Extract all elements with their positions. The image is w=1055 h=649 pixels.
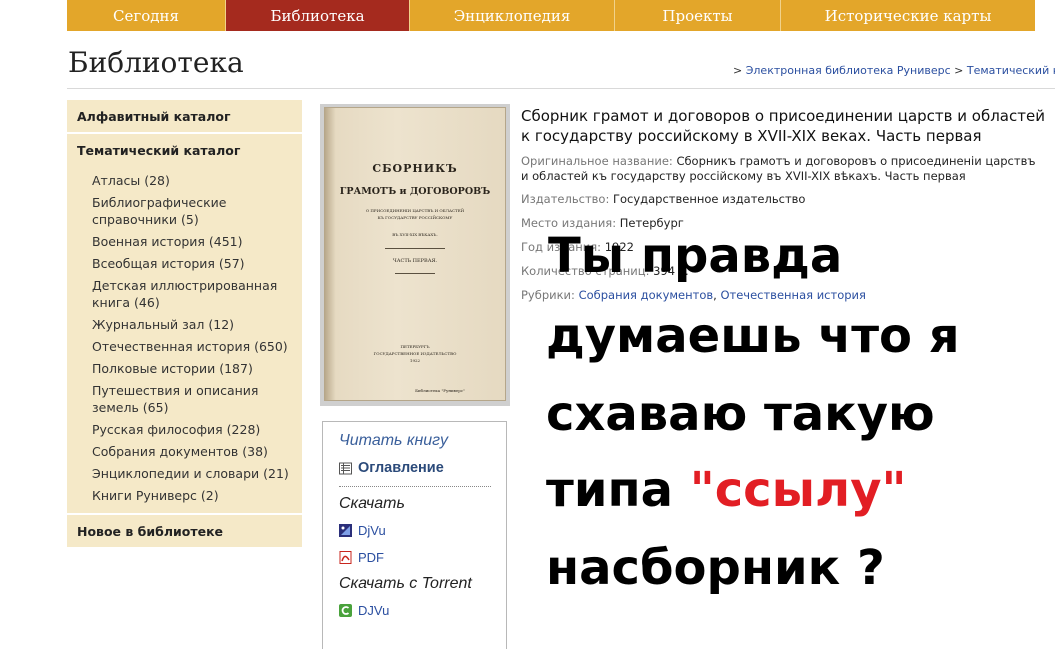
sidebar-item-travels[interactable]: Путешествия и описания земель (65): [67, 380, 302, 419]
sidebar-item-journal-hall[interactable]: Журнальный зал (12): [67, 314, 302, 336]
contents-label: Оглавление: [358, 460, 444, 476]
sidebar-item-military-history[interactable]: Военная история (451): [67, 231, 302, 253]
tab-historical-maps[interactable]: Исторические карты: [781, 0, 1035, 31]
top-navigation: Сегодня Библиотека Энциклопедия Проекты …: [67, 0, 1035, 31]
sidebar-item-atlases[interactable]: Атласы (28): [67, 170, 302, 192]
panel-divider: [339, 486, 491, 487]
download-pdf-link[interactable]: PDF: [339, 550, 506, 565]
meta-rubrics: Рубрики: Собрания документов, Отечествен…: [521, 288, 866, 303]
meta-label: Оригинальное название:: [521, 154, 673, 168]
read-book-link[interactable]: Читать книгу: [339, 432, 506, 450]
overlay-text-line-1: Ты правда: [548, 228, 843, 284]
header-divider: [67, 88, 1055, 89]
breadcrumb: > Электронная библиотека Руниверс > Тема…: [733, 64, 1055, 77]
tab-library[interactable]: Библиотека: [226, 0, 410, 31]
sidebar-item-russian-philosophy[interactable]: Русская философия (228): [67, 419, 302, 441]
download-pdf-label: PDF: [358, 550, 384, 565]
torrent-djvu-label: DJVu: [358, 603, 390, 618]
cover-publisher: ГОСУДАРСТВЕННОЕ ИЗДАТЕЛЬСТВО: [373, 351, 457, 356]
sidebar-category-list: Атласы (28) Библиографические справочник…: [67, 166, 302, 515]
tab-today[interactable]: Сегодня: [67, 0, 226, 31]
cover-stamp: Библиотека "Руниверс": [415, 388, 465, 393]
torrent-djvu-link[interactable]: DJVu: [339, 603, 506, 618]
breadcrumb-separator: >: [954, 64, 964, 77]
torrent-icon: [339, 604, 352, 617]
meta-label: Издательство:: [521, 192, 610, 206]
sidebar: Алфавитный каталог Тематический каталог …: [67, 100, 302, 547]
sidebar-item-runivers-books[interactable]: Книги Руниверс (2): [67, 485, 302, 507]
cover-subtitle-2: КЪ ГОСУДАРСТВУ РОССІЙСКОМУ: [377, 215, 453, 220]
cover-year: 1922: [409, 358, 421, 363]
overlay-text-line-5: насборник ?: [546, 540, 885, 596]
overlay-text-prefix: типа: [546, 462, 690, 518]
breadcrumb-separator: >: [733, 64, 743, 77]
download-heading: Скачать: [339, 495, 405, 512]
cover-title-2: ГРАМОТЪ и ДОГОВОРОВЪ: [339, 186, 491, 197]
sidebar-item-document-collections[interactable]: Собрания документов (38): [67, 441, 302, 463]
contents-link[interactable]: Оглавление: [339, 460, 506, 476]
cover-title-1: СБОРНИКЪ: [372, 162, 458, 175]
book-title: Сборник грамот и договоров о присоединен…: [521, 107, 1045, 145]
rubric-separator: ,: [713, 288, 717, 302]
sidebar-item-regimental-histories[interactable]: Полковые истории (187): [67, 358, 302, 380]
djvu-icon: [339, 524, 352, 537]
cover-city: ПЕТЕРБУРГЪ: [400, 344, 430, 349]
sidebar-new-in-library[interactable]: Новое в библиотеке: [67, 515, 302, 547]
meta-label: Рубрики:: [521, 288, 575, 302]
torrent-heading: Скачать с Torrent: [339, 575, 472, 592]
rubric-link-documents[interactable]: Собрания документов: [579, 288, 714, 302]
sidebar-item-world-history[interactable]: Всеобщая история (57): [67, 253, 302, 275]
page-title: Библиотека: [68, 46, 244, 79]
overlay-text-highlight: "ссылу": [689, 462, 907, 518]
contents-icon: [339, 462, 352, 475]
book-cover[interactable]: СБОРНИКЪ ГРАМОТЪ и ДОГОВОРОВЪ О ПРИСОЕДИ…: [320, 104, 510, 406]
meta-publisher: Издательство: Государственное издательст…: [521, 192, 805, 207]
breadcrumb-link-thematic[interactable]: Тематический каталог: [967, 64, 1055, 77]
overlay-text-line-2: думаешь что я: [546, 308, 960, 364]
cover-rule: [395, 273, 435, 274]
download-djvu-label: DjVu: [358, 523, 386, 538]
sidebar-item-national-history[interactable]: Отечественная история (650): [67, 336, 302, 358]
rubric-link-national-history[interactable]: Отечественная история: [720, 288, 865, 302]
tab-encyclopedia[interactable]: Энциклопедия: [410, 0, 615, 31]
cover-rule: [385, 248, 445, 249]
cover-subtitle-3: ВЪ XVII-XIX ВѢКАХЪ.: [392, 232, 438, 237]
sidebar-alphabetical-catalog[interactable]: Алфавитный каталог: [67, 100, 302, 134]
breadcrumb-link-library[interactable]: Электронная библиотека Руниверс: [746, 64, 951, 77]
tab-projects[interactable]: Проекты: [615, 0, 781, 31]
cover-part: ЧАСТЬ ПЕРВАЯ.: [392, 258, 438, 264]
sidebar-item-encyclopedias[interactable]: Энциклопедии и словари (21): [67, 463, 302, 485]
sidebar-item-children-books[interactable]: Детская иллюстрированная книга (46): [67, 275, 302, 314]
download-djvu-link[interactable]: DjVu: [339, 523, 506, 538]
pdf-icon: [339, 551, 352, 564]
cover-subtitle-1: О ПРИСОЕДИНЕНІИ ЦАРСТВЪ И ОБЛАСТЕЙ: [365, 208, 465, 213]
sidebar-thematic-catalog[interactable]: Тематический каталог: [67, 134, 302, 166]
overlay-text-line-4: типа "ссылу": [546, 460, 907, 520]
overlay-text-line-3: схаваю такую: [546, 386, 935, 442]
download-panel: Читать книгу Оглавление Скачать DjVu PDF…: [322, 421, 507, 649]
book-cover-image: СБОРНИКЪ ГРАМОТЪ и ДОГОВОРОВЪ О ПРИСОЕДИ…: [324, 107, 506, 401]
sidebar-item-bibliographic[interactable]: Библиографические справочники (5): [67, 192, 302, 231]
meta-original-title: Оригинальное название: Сборникъ грамотъ …: [521, 154, 1041, 184]
meta-value: Государственное издательство: [612, 192, 806, 206]
